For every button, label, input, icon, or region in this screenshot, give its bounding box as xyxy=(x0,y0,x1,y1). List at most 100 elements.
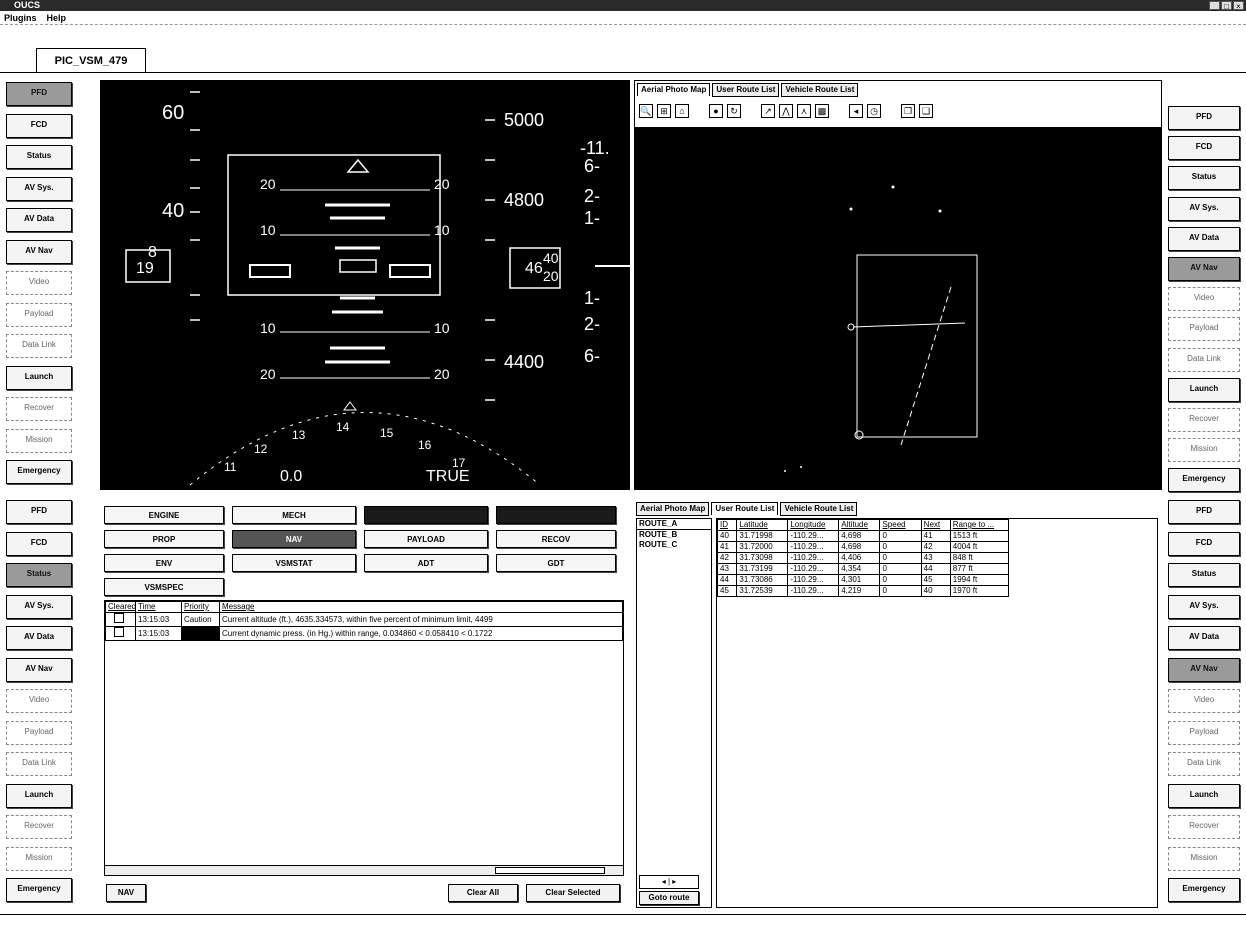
sidebar-button-fcd[interactable]: FCD xyxy=(1168,531,1240,556)
table-row[interactable]: 44 31.73086 -110.29... 4,301 0 45 1994 ft xyxy=(716,574,1010,586)
column-longitude[interactable]: Longitude xyxy=(787,519,840,531)
map-view[interactable] xyxy=(635,127,1161,489)
sidebar-button-av-sys[interactable]: AV Sys. xyxy=(6,594,72,619)
sidebar-button-recover[interactable]: Recover xyxy=(6,815,72,839)
table-row[interactable]: 40 31.71998 -110.29... 4,698 0 41 1513 ft xyxy=(716,530,1010,542)
clear-all-button[interactable]: Clear All xyxy=(448,884,518,902)
route-add-icon[interactable]: ⋀ xyxy=(779,104,793,118)
category-adt[interactable]: ADT xyxy=(364,554,488,572)
table-row[interactable]: 41 31.72000 -110.29... 4,698 0 42 4004 ft xyxy=(716,541,1010,553)
column-range[interactable]: Range to ... xyxy=(949,519,1010,531)
refresh-icon[interactable]: ↻ xyxy=(727,104,741,118)
sidebar-button-mission[interactable]: Mission xyxy=(6,428,72,453)
table-row[interactable]: 42 31.73098 -110.29... 4,406 0 43 848 ft xyxy=(716,552,1010,564)
home-icon[interactable]: ⌂ xyxy=(675,104,689,118)
sidebar-button-recover[interactable]: Recover xyxy=(6,397,72,421)
category-vsmspec[interactable]: VSMSPEC xyxy=(104,578,224,596)
column-time[interactable]: Time xyxy=(135,601,182,613)
table-row[interactable]: 43 31.73199 -110.29... 4,354 0 44 877 ft xyxy=(716,563,1010,575)
column-altitude[interactable]: Altitude xyxy=(838,519,881,531)
category-blank-2[interactable] xyxy=(496,506,616,524)
sidebar-button-mission[interactable]: Mission xyxy=(1168,846,1240,871)
sidebar-button-video[interactable]: Video xyxy=(1168,689,1240,713)
tab-vehicle-route-list[interactable]: Vehicle Route List xyxy=(781,83,859,97)
sidebar-button-launch[interactable]: Launch xyxy=(6,365,72,390)
minimize-icon[interactable]: _ xyxy=(1209,1,1220,11)
sidebar-button-av-nav[interactable]: AV Nav xyxy=(6,239,72,264)
category-engine[interactable]: ENGINE xyxy=(104,506,224,524)
close-icon[interactable]: × xyxy=(1233,1,1244,11)
sidebar-button-video[interactable]: Video xyxy=(6,689,72,713)
sidebar-button-launch[interactable]: Launch xyxy=(1168,783,1240,808)
tab-aerial-photo-map[interactable]: Aerial Photo Map xyxy=(637,83,711,96)
clock-icon[interactable]: ◷ xyxy=(867,104,881,118)
tab-vehicle-route-list-2[interactable]: Vehicle Route List xyxy=(780,502,858,516)
tab-aerial-photo-map-2[interactable]: Aerial Photo Map xyxy=(636,502,710,516)
column-id[interactable]: ID xyxy=(716,519,738,531)
column-priority[interactable]: Priority xyxy=(181,601,220,613)
sidebar-button-av-sys[interactable]: AV Sys. xyxy=(1168,594,1240,619)
sidebar-button-payload[interactable]: Payload xyxy=(1168,720,1240,745)
sidebar-button-emergency[interactable]: Emergency xyxy=(1168,878,1240,902)
zoom-icon[interactable]: 🔍 xyxy=(639,104,653,118)
sidebar-button-av-data[interactable]: AV Data xyxy=(6,208,72,232)
sidebar-button-av-sys[interactable]: AV Sys. xyxy=(1168,196,1240,221)
sidebar-button-data-link[interactable]: Data Link xyxy=(6,752,72,776)
sidebar-button-video[interactable]: Video xyxy=(1168,287,1240,312)
category-nav[interactable]: NAV xyxy=(232,530,356,548)
route-edit-icon[interactable]: ↗ xyxy=(761,104,775,118)
nav-button[interactable]: NAV xyxy=(106,884,146,902)
sidebar-button-mission[interactable]: Mission xyxy=(1168,438,1240,463)
sidebar-button-video[interactable]: Video xyxy=(6,271,72,295)
route-item[interactable]: ROUTE_C xyxy=(637,540,711,550)
column-cleared[interactable]: Cleared xyxy=(105,601,136,613)
category-prop[interactable]: PROP xyxy=(104,530,224,548)
cleared-checkbox[interactable] xyxy=(105,626,136,641)
column-message[interactable]: Message xyxy=(219,601,623,613)
category-recov[interactable]: RECOV xyxy=(496,530,616,548)
table-row[interactable]: 13:15:03 Caution Current altitude (ft.), 4… xyxy=(105,612,623,627)
caution-scrollbar[interactable] xyxy=(105,865,623,875)
sidebar-button-av-data[interactable]: AV Data xyxy=(6,626,72,650)
sidebar-button-data-link[interactable]: Data Link xyxy=(1168,752,1240,776)
sidebar-button-launch[interactable]: Launch xyxy=(6,783,72,808)
sidebar-button-launch[interactable]: Launch xyxy=(1168,377,1240,402)
sidebar-button-av-nav[interactable]: AV Nav xyxy=(1168,257,1240,281)
sidebar-button-fcd[interactable]: FCD xyxy=(1168,136,1240,161)
sidebar-button-pfd[interactable]: PFD xyxy=(6,82,72,106)
sidebar-button-payload[interactable]: Payload xyxy=(6,302,72,327)
sidebar-button-status[interactable]: Status xyxy=(1168,166,1240,191)
sidebar-button-av-data[interactable]: AV Data xyxy=(1168,226,1240,251)
sidebar-button-pfd[interactable]: PFD xyxy=(1168,106,1240,130)
tab-user-route-list-2[interactable]: User Route List xyxy=(711,502,779,515)
route-item[interactable]: ROUTE_B xyxy=(637,530,711,540)
back-icon[interactable]: ◂ xyxy=(849,104,863,118)
paste-icon[interactable]: ❑ xyxy=(919,104,933,118)
sidebar-button-data-link[interactable]: Data Link xyxy=(6,334,72,358)
clear-selected-button[interactable]: Clear Selected xyxy=(526,884,620,902)
table-row[interactable]: 45 31.72539 -110.29... 4,219 0 40 1970 ft xyxy=(716,585,1010,597)
sidebar-button-status[interactable]: Status xyxy=(6,145,72,169)
maximize-icon[interactable]: □ xyxy=(1221,1,1232,11)
goto-route-button[interactable]: Goto route xyxy=(639,891,699,905)
category-mech[interactable]: MECH xyxy=(232,506,356,524)
sidebar-button-emergency[interactable]: Emergency xyxy=(6,460,72,484)
grid-icon[interactable]: ⊞ xyxy=(657,104,671,118)
sidebar-button-recover[interactable]: Recover xyxy=(1168,408,1240,432)
sidebar-button-av-data[interactable]: AV Data xyxy=(1168,626,1240,650)
category-payload[interactable]: PAYLOAD xyxy=(364,530,488,548)
category-vsmstat[interactable]: VSMSTAT xyxy=(232,554,356,572)
sidebar-button-payload[interactable]: Payload xyxy=(1168,317,1240,342)
tab-vehicle[interactable]: PIC_VSM_479 xyxy=(36,48,146,72)
sidebar-button-av-nav[interactable]: AV Nav xyxy=(6,657,72,682)
sidebar-button-av-sys[interactable]: AV Sys. xyxy=(6,176,72,201)
route-del-icon[interactable]: ⋏ xyxy=(797,104,811,118)
sidebar-button-emergency[interactable]: Emergency xyxy=(1168,468,1240,493)
waypoint-icon[interactable]: ● xyxy=(709,104,723,118)
menu-plugins[interactable]: Plugins xyxy=(4,11,37,24)
sidebar-button-status[interactable]: Status xyxy=(6,563,72,587)
sidebar-button-fcd[interactable]: FCD xyxy=(6,113,72,138)
sidebar-button-pfd[interactable]: PFD xyxy=(1168,500,1240,524)
category-gdt[interactable]: GDT xyxy=(496,554,616,572)
copy-icon[interactable]: ❐ xyxy=(901,104,915,118)
